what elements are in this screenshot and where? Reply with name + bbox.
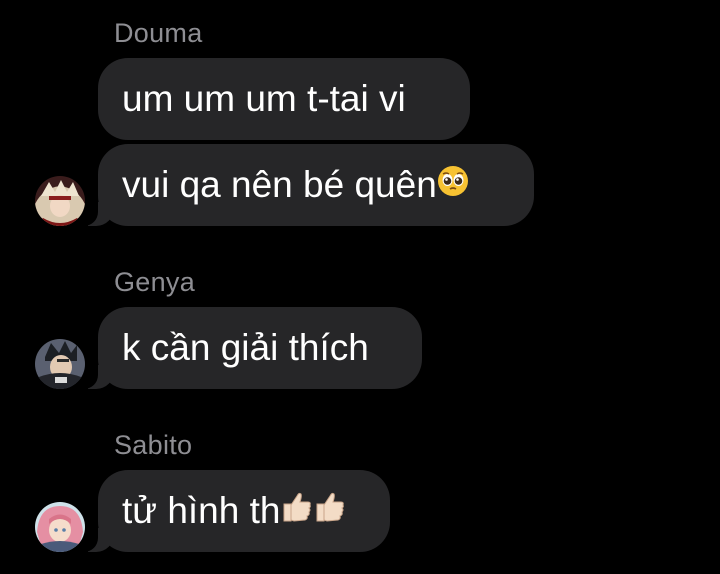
message-text: vui qa nên bé quên [122,164,437,205]
message-text: um um um t-tai vi [122,78,406,119]
message-text: tử hình th [122,490,281,531]
sender-name: Genya [114,267,196,297]
message-bubble[interactable]: k cần giải thích [76,307,422,389]
sender-name: Douma [114,18,203,48]
message-text: k cần giải thích [122,327,369,368]
pleading-face-icon [437,164,469,206]
sender-name: Sabito [114,430,193,460]
sabito-avatar[interactable] [35,502,85,552]
douma-avatar[interactable] [35,176,85,226]
thumbs-up-icon [280,490,346,533]
message-bubble[interactable]: tử hình th [76,470,390,552]
message-bubble[interactable]: um um um t-tai vi [98,58,470,140]
message-bubble[interactable]: vui qa nên bé quên [76,144,534,226]
genya-avatar[interactable] [35,339,85,389]
